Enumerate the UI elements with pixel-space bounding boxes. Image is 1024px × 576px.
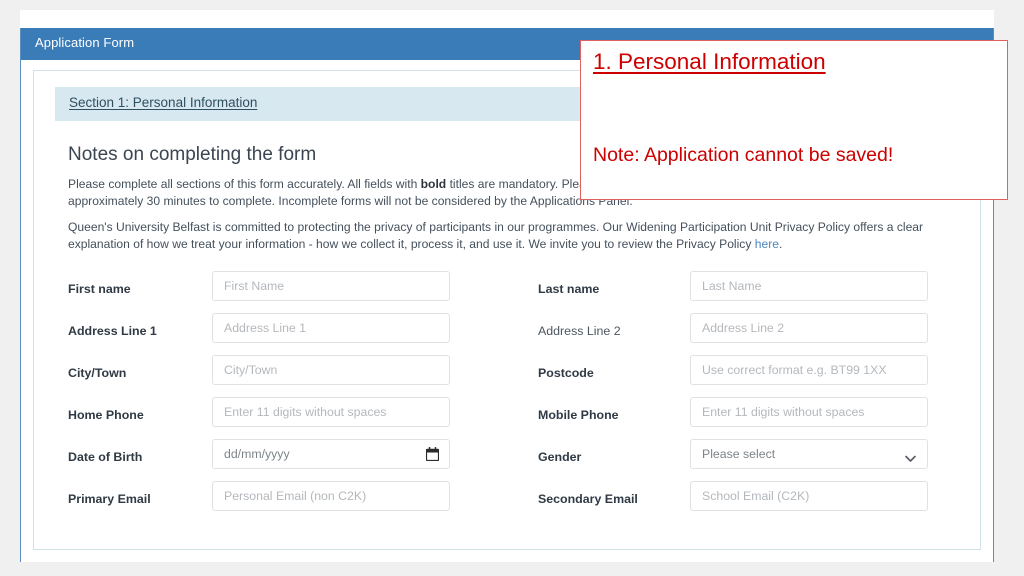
label-first-name: First name bbox=[68, 282, 131, 296]
notes-para2-text-2: . bbox=[778, 237, 783, 251]
placeholder-address-line-2: Address Line 2 bbox=[702, 321, 785, 335]
input-mobile-phone[interactable]: Enter 11 digits without spaces bbox=[690, 397, 928, 427]
page-left-rule bbox=[20, 28, 21, 562]
label-primary-email: Primary Email bbox=[68, 492, 151, 506]
notes-para2-text-1: Queen's University Belfast is committed … bbox=[68, 220, 924, 251]
input-first-name[interactable]: First Name bbox=[212, 271, 450, 301]
input-address-line-1[interactable]: Address Line 1 bbox=[212, 313, 450, 343]
annotation-callout: 1. Personal Information Note: Applicatio… bbox=[580, 40, 1008, 200]
label-mobile-phone: Mobile Phone bbox=[538, 408, 619, 422]
form-field-row: Secondary Email School Email (C2K) bbox=[538, 481, 958, 523]
label-gender: Gender bbox=[538, 450, 582, 464]
form-field-row: First name First Name bbox=[68, 271, 488, 313]
notes-paragraph-2: Queen's University Belfast is committed … bbox=[68, 219, 986, 253]
placeholder-mobile-phone: Enter 11 digits without spaces bbox=[702, 405, 865, 419]
placeholder-address-line-1: Address Line 1 bbox=[224, 321, 307, 335]
form-field-row: Address Line 2 Address Line 2 bbox=[538, 313, 958, 355]
input-city-town[interactable]: City/Town bbox=[212, 355, 450, 385]
form-field-row: Postcode Use correct format e.g. BT99 1XX bbox=[538, 355, 958, 397]
label-address-line-1: Address Line 1 bbox=[68, 324, 157, 338]
fields-area: First name First Name Address Line 1 Addres… bbox=[34, 271, 982, 541]
form-field-row: Gender Please select bbox=[538, 439, 958, 481]
label-last-name: Last name bbox=[538, 282, 600, 296]
label-secondary-email: Secondary Email bbox=[538, 492, 638, 506]
form-column-right: Last name Last Name Address Line 2 Address … bbox=[538, 271, 958, 523]
label-date-of-birth: Date of Birth bbox=[68, 450, 143, 464]
annotation-title: 1. Personal Information bbox=[593, 49, 826, 74]
notes-heading: Notes on completing the form bbox=[68, 144, 317, 165]
placeholder-first-name: First Name bbox=[224, 279, 285, 293]
chevron-down-icon[interactable] bbox=[905, 450, 916, 462]
placeholder-postcode: Use correct format e.g. BT99 1XX bbox=[702, 363, 887, 377]
form-field-row: Home Phone Enter 11 digits without spaces bbox=[68, 397, 488, 439]
section-header-label: Section 1: Personal Information bbox=[69, 95, 258, 110]
input-secondary-email[interactable]: School Email (C2K) bbox=[690, 481, 928, 511]
form-field-row: Primary Email Personal Email (non C2K) bbox=[68, 481, 488, 523]
label-address-line-2: Address Line 2 bbox=[538, 324, 621, 338]
label-city-town: City/Town bbox=[68, 366, 127, 380]
form-field-row: Date of Birth dd/mm/yyyy bbox=[68, 439, 488, 481]
input-date-of-birth[interactable]: dd/mm/yyyy bbox=[212, 439, 450, 469]
form-field-row: Address Line 1 Address Line 1 bbox=[68, 313, 488, 355]
label-home-phone: Home Phone bbox=[68, 408, 144, 422]
calendar-icon[interactable] bbox=[425, 447, 440, 462]
placeholder-date-of-birth: dd/mm/yyyy bbox=[224, 447, 290, 461]
form-field-row: Last name Last Name bbox=[538, 271, 958, 313]
label-postcode: Postcode bbox=[538, 366, 594, 380]
input-primary-email[interactable]: Personal Email (non C2K) bbox=[212, 481, 450, 511]
input-home-phone[interactable]: Enter 11 digits without spaces bbox=[212, 397, 450, 427]
input-last-name[interactable]: Last Name bbox=[690, 271, 928, 301]
input-address-line-2[interactable]: Address Line 2 bbox=[690, 313, 928, 343]
placeholder-gender: Please select bbox=[702, 447, 776, 461]
placeholder-city-town: City/Town bbox=[224, 363, 278, 377]
placeholder-home-phone: Enter 11 digits without spaces bbox=[224, 405, 387, 419]
form-field-row: Mobile Phone Enter 11 digits without spac… bbox=[538, 397, 958, 439]
notes-para1-text-1: Please complete all sections of this for… bbox=[68, 177, 421, 191]
slide-page: Application Form Section 1: Personal Inf… bbox=[20, 10, 1008, 562]
privacy-policy-link[interactable]: here bbox=[755, 237, 779, 251]
select-gender[interactable]: Please select bbox=[690, 439, 928, 469]
form-field-row: City/Town City/Town bbox=[68, 355, 488, 397]
page-title: Application Form bbox=[35, 35, 135, 50]
placeholder-last-name: Last Name bbox=[702, 279, 762, 293]
form-column-left: First name First Name Address Line 1 Addres… bbox=[68, 271, 488, 523]
placeholder-primary-email: Personal Email (non C2K) bbox=[224, 489, 367, 503]
placeholder-secondary-email: School Email (C2K) bbox=[702, 489, 810, 503]
notes-para1-bold: bold bbox=[420, 177, 447, 191]
annotation-note: Note: Application cannot be saved! bbox=[593, 144, 894, 166]
input-postcode[interactable]: Use correct format e.g. BT99 1XX bbox=[690, 355, 928, 385]
